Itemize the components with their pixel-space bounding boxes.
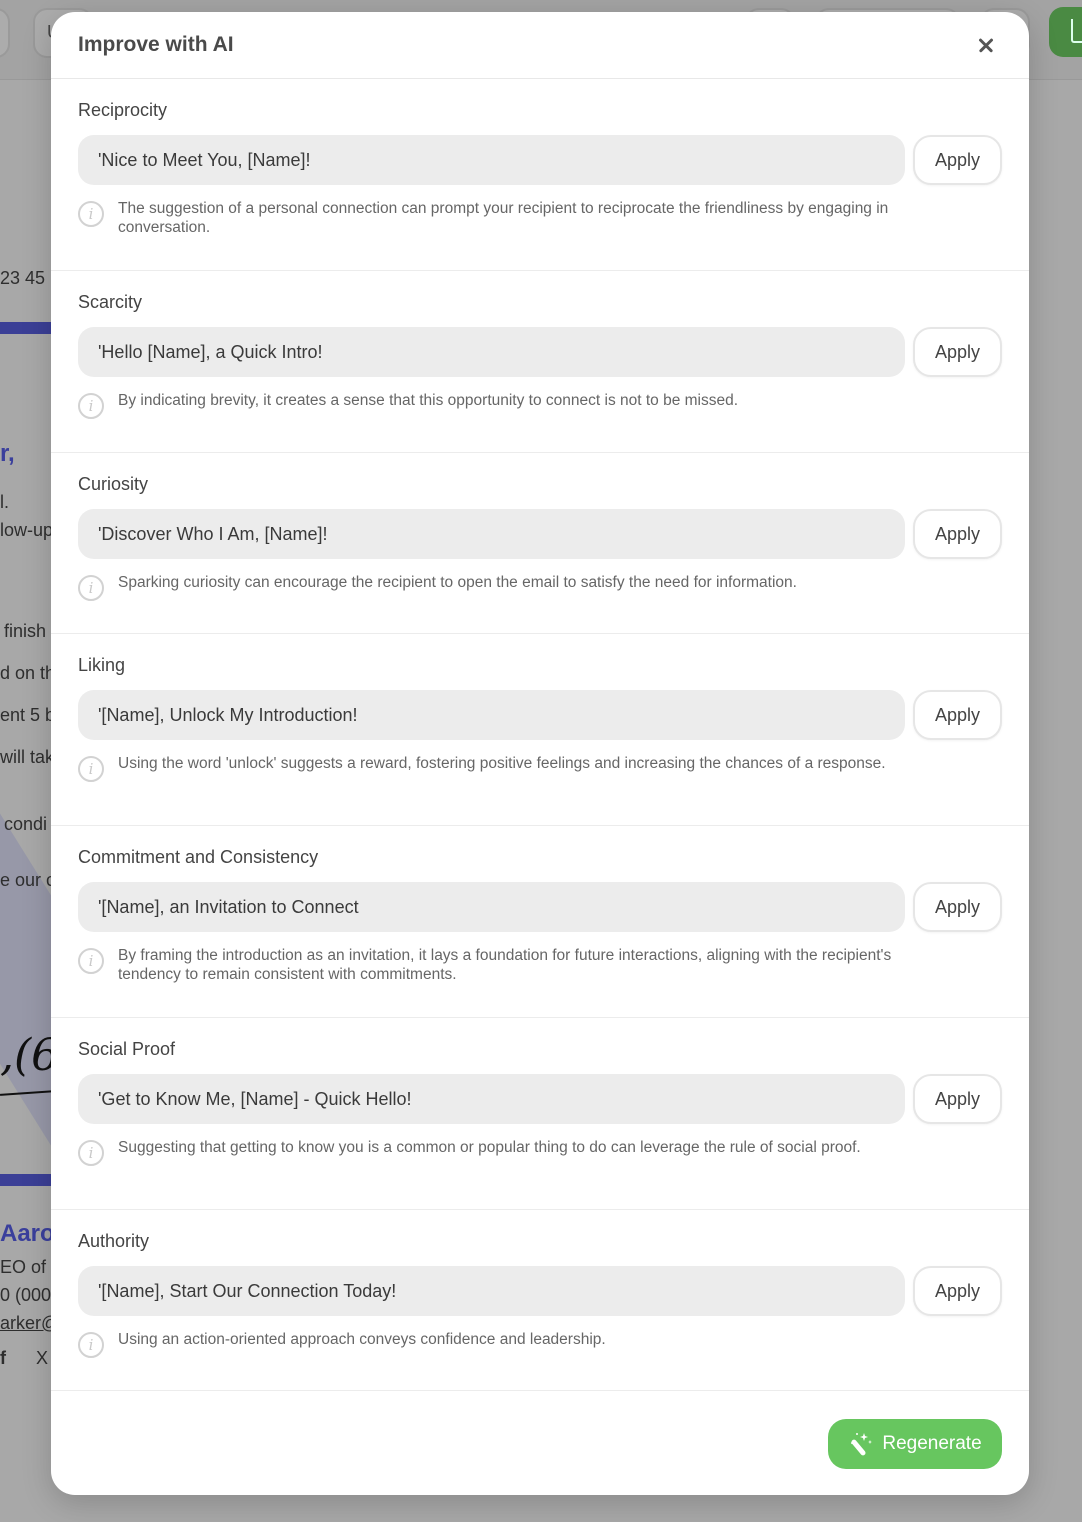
background-text: 23 45 xyxy=(0,268,46,288)
suggestion-field[interactable]: 'Discover Who I Am, [Name]! xyxy=(78,509,905,559)
regenerate-label: Regenerate xyxy=(882,1432,982,1454)
background-text: d on th xyxy=(0,663,56,683)
background-text: r, xyxy=(0,440,15,467)
suggestion-row: '[Name], an Invitation to Connect Apply xyxy=(78,882,1002,932)
explanation-text: By framing the introduction as an invita… xyxy=(118,947,892,983)
suggestion-section: Scarcity 'Hello [Name], a Quick Intro! App… xyxy=(51,271,1029,453)
apply-button[interactable]: Apply xyxy=(913,1074,1002,1124)
background-text: finish xyxy=(4,621,47,641)
explanation-text: Suggesting that getting to know you is a… xyxy=(118,1139,861,1156)
apply-button[interactable]: Apply xyxy=(913,1266,1002,1316)
explanation-text: By indicating brevity, it creates a sens… xyxy=(118,392,739,409)
suggestion-explanation: i Using the word 'unlock' suggests a rewa… xyxy=(78,754,1002,782)
background-divider xyxy=(0,1174,55,1186)
apply-button[interactable]: Apply xyxy=(913,509,1002,559)
suggestion-explanation: i Sparking curiosity can encourage the re… xyxy=(78,573,1002,601)
close-icon[interactable] xyxy=(972,31,1000,59)
background-text: will tak xyxy=(0,747,55,767)
suggestion-explanation: i Suggesting that getting to know you is … xyxy=(78,1138,1002,1166)
suggestion-row: 'Discover Who I Am, [Name]! Apply xyxy=(78,509,1002,559)
background-text: l. xyxy=(0,492,9,512)
suggestion-section: Curiosity 'Discover Who I Am, [Name]! Appl… xyxy=(51,453,1029,634)
suggestion-field[interactable]: 'Nice to Meet You, [Name]! xyxy=(78,135,905,185)
dialog-title: Improve with AI xyxy=(78,33,234,56)
principle-title: Reciprocity xyxy=(78,100,168,120)
suggestion-field[interactable]: '[Name], Unlock My Introduction! xyxy=(78,690,905,740)
suggestion-field[interactable]: '[Name], Start Our Connection Today! xyxy=(78,1266,905,1316)
principle-title: Commitment and Consistency xyxy=(78,847,319,867)
apply-button[interactable]: Apply xyxy=(913,882,1002,932)
share-icon xyxy=(1071,19,1082,43)
suggestion-list: Reciprocity 'Nice to Meet You, [Name]! App… xyxy=(51,79,1029,1391)
info-icon: i xyxy=(78,1140,104,1166)
suggestion-section: Authority '[Name], Start Our Connection T… xyxy=(51,1210,1029,1391)
apply-button[interactable]: Apply xyxy=(913,327,1002,377)
suggestion-row: 'Get to Know Me, [Name] - Quick Hello! Ap… xyxy=(78,1074,1002,1124)
dialog-footer: Regenerate xyxy=(51,1390,1029,1495)
background-toolbar-button xyxy=(0,8,10,58)
suggestion-row: '[Name], Start Our Connection Today! Appl… xyxy=(78,1266,1002,1316)
background-text: condi xyxy=(4,814,48,834)
background-text: low-up xyxy=(0,520,54,540)
suggestion-field[interactable]: 'Get to Know Me, [Name] - Quick Hello! xyxy=(78,1074,905,1124)
regenerate-button[interactable]: Regenerate xyxy=(828,1418,1002,1469)
suggestion-explanation: i The suggestion of a personal connection… xyxy=(78,199,1002,237)
suggestion-row: '[Name], Unlock My Introduction! Apply xyxy=(78,690,1002,740)
principle-title: Social Proof xyxy=(78,1039,176,1059)
info-icon: i xyxy=(78,948,104,974)
principle-title: Curiosity xyxy=(78,474,149,494)
suggestion-field[interactable]: 'Hello [Name], a Quick Intro! xyxy=(78,327,905,377)
background-text: e our c xyxy=(0,870,56,890)
info-icon: i xyxy=(78,1332,104,1358)
suggestion-section: Reciprocity 'Nice to Meet You, [Name]! App… xyxy=(51,79,1029,271)
suggestion-section: Liking '[Name], Unlock My Introduction! Ap… xyxy=(51,634,1029,826)
background-text: ent 5 b xyxy=(0,705,56,725)
improve-with-ai-dialog: Improve with AI Reciprocity 'Nice to Meet… xyxy=(51,12,1029,1495)
suggestion-row: 'Nice to Meet You, [Name]! Apply xyxy=(78,135,1002,185)
principle-title: Liking xyxy=(78,655,126,675)
principle-title: Scarcity xyxy=(78,292,143,312)
background-text: EO of xyxy=(0,1257,47,1277)
suggestion-field[interactable]: '[Name], an Invitation to Connect xyxy=(78,882,905,932)
suggestion-explanation: i Using an action-oriented approach conve… xyxy=(78,1330,1002,1358)
apply-button[interactable]: Apply xyxy=(913,690,1002,740)
explanation-text: Using the word 'unlock' suggests a rewar… xyxy=(118,755,886,772)
magic-wand-icon xyxy=(851,1432,873,1455)
suggestion-section: Commitment and Consistency '[Name], an In… xyxy=(51,826,1029,1018)
facebook-icon: f xyxy=(0,1348,6,1368)
info-icon: i xyxy=(78,201,104,227)
suggestion-explanation: i By indicating brevity, it creates a sen… xyxy=(78,391,1002,419)
suggestion-explanation: i By framing the introduction as an invit… xyxy=(78,946,1002,984)
background-divider xyxy=(0,322,55,334)
explanation-text: Sparking curiosity can encourage the rec… xyxy=(118,574,797,591)
principle-title: Authority xyxy=(78,1231,150,1251)
x-twitter-icon: X xyxy=(36,1348,49,1368)
explanation-text: Using an action-oriented approach convey… xyxy=(118,1331,606,1348)
background-text: 0 (000 xyxy=(0,1285,52,1305)
suggestion-row: 'Hello [Name], a Quick Intro! Apply xyxy=(78,327,1002,377)
background-share-button xyxy=(1049,7,1082,57)
explanation-text: The suggestion of a personal connection … xyxy=(118,200,889,236)
apply-button[interactable]: Apply xyxy=(913,135,1002,185)
dialog-header: Improve with AI xyxy=(51,12,1029,79)
suggestion-section: Social Proof 'Get to Know Me, [Name] - Qu… xyxy=(51,1018,1029,1210)
info-icon: i xyxy=(78,393,104,419)
info-icon: i xyxy=(78,756,104,782)
info-icon: i xyxy=(78,575,104,601)
